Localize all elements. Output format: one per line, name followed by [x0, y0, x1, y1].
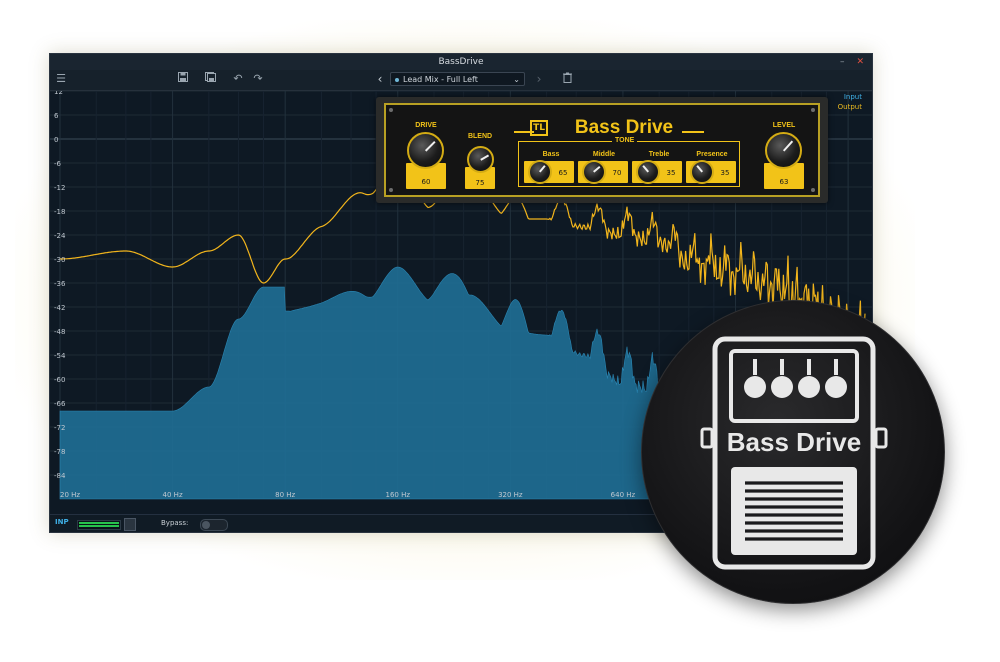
treble-knob[interactable]	[636, 160, 660, 184]
pedal-label: Bass Drive	[727, 427, 861, 457]
bass-label: Bass	[542, 151, 560, 158]
screw-icon	[811, 108, 815, 112]
presence-knob[interactable]	[690, 160, 714, 184]
chevron-left-icon[interactable]: ‹	[373, 72, 387, 86]
middle-value: 70	[612, 169, 622, 177]
db-tick-label: -12	[54, 184, 65, 192]
db-tick-label: -30	[54, 256, 65, 264]
freq-tick-label: 80 Hz	[275, 491, 295, 499]
preset-dot-icon	[395, 78, 399, 82]
db-tick-label: -42	[54, 304, 65, 312]
db-tick-label: -36	[54, 280, 66, 288]
bypass-toggle[interactable]	[200, 519, 228, 531]
bass-knob[interactable]	[528, 160, 552, 184]
screw-icon	[389, 108, 393, 112]
preset-name: Lead Mix - Full Left	[403, 75, 478, 84]
save-icon[interactable]	[176, 72, 190, 86]
menu-icon[interactable]: ☰	[54, 72, 68, 86]
freq-tick-label: 20 Hz	[60, 491, 80, 499]
drive-label: DRIVE	[415, 122, 437, 129]
trash-icon[interactable]	[560, 72, 574, 86]
drive-value: 60	[421, 178, 431, 186]
input-level-meter	[77, 520, 121, 530]
db-tick-label: 6	[54, 112, 59, 120]
level-knob[interactable]	[765, 132, 802, 169]
meter-options-button[interactable]	[124, 518, 136, 531]
window-title: BassDrive	[438, 57, 484, 67]
db-tick-label: -60	[54, 376, 65, 384]
db-tick-label: 12	[54, 91, 63, 96]
freq-tick-label: 640 Hz	[611, 491, 636, 499]
middle-knob[interactable]	[582, 160, 606, 184]
toolbar: ☰ ↶ ↷ ‹ Lead Mix - Full Left ⌄ ›	[50, 70, 872, 91]
legend-input[interactable]: Input	[844, 93, 862, 101]
preset-dropdown[interactable]: Lead Mix - Full Left ⌄	[390, 72, 525, 86]
blend-value: 75	[475, 179, 485, 187]
freq-tick-label: 320 Hz	[498, 491, 523, 499]
blend-label: BLEND	[467, 133, 493, 140]
close-icon[interactable]: ✕	[856, 54, 864, 70]
level-label: LEVEL	[772, 122, 796, 129]
db-tick-label: -6	[54, 160, 62, 168]
input-label[interactable]: INP	[55, 518, 69, 526]
amp-panel: TL Bass Drive DRIVE 60 BLEND 75 TONE Bas…	[376, 97, 828, 203]
blend-knob[interactable]	[467, 146, 494, 173]
tone-label: TONE	[612, 137, 638, 144]
title-bar: BassDrive – ✕	[50, 54, 872, 70]
presence-value: 35	[720, 169, 730, 177]
db-tick-label: -78	[54, 448, 65, 456]
screw-icon	[811, 188, 815, 192]
db-tick-label: -54	[54, 352, 66, 360]
save-as-icon[interactable]	[203, 72, 217, 86]
chevron-down-icon: ⌄	[513, 75, 520, 84]
legend-output[interactable]: Output	[838, 103, 862, 111]
middle-label: Middle	[592, 151, 616, 158]
screw-icon	[389, 188, 393, 192]
minimize-icon[interactable]: –	[840, 54, 845, 70]
db-tick-label: -18	[54, 208, 65, 216]
db-tick-label: -24	[54, 232, 66, 240]
db-tick-label: -66	[54, 400, 66, 408]
db-tick-label: -48	[54, 328, 65, 336]
chevron-right-icon[interactable]: ›	[532, 72, 546, 86]
redo-icon[interactable]: ↷	[251, 72, 265, 86]
undo-icon[interactable]: ↶	[231, 72, 245, 86]
freq-tick-label: 160 Hz	[385, 491, 410, 499]
level-value: 63	[779, 178, 789, 186]
freq-tick-label: 40 Hz	[163, 491, 183, 499]
db-tick-label: -84	[54, 472, 66, 480]
db-tick-label: 0	[54, 136, 58, 144]
treble-value: 35	[666, 169, 676, 177]
bass-value: 65	[558, 169, 568, 177]
presence-label: Presence	[696, 151, 728, 158]
treble-label: Treble	[648, 151, 670, 158]
bypass-label: Bypass:	[161, 519, 189, 527]
db-tick-label: -72	[54, 424, 65, 432]
pedal-icon: Bass Drive	[700, 336, 888, 570]
pedal-badge: Bass Drive	[641, 300, 945, 604]
amp-title: Bass Drive	[574, 117, 674, 138]
drive-knob[interactable]	[407, 132, 444, 169]
amp-faceplate: TL Bass Drive DRIVE 60 BLEND 75 TONE Bas…	[384, 103, 820, 197]
